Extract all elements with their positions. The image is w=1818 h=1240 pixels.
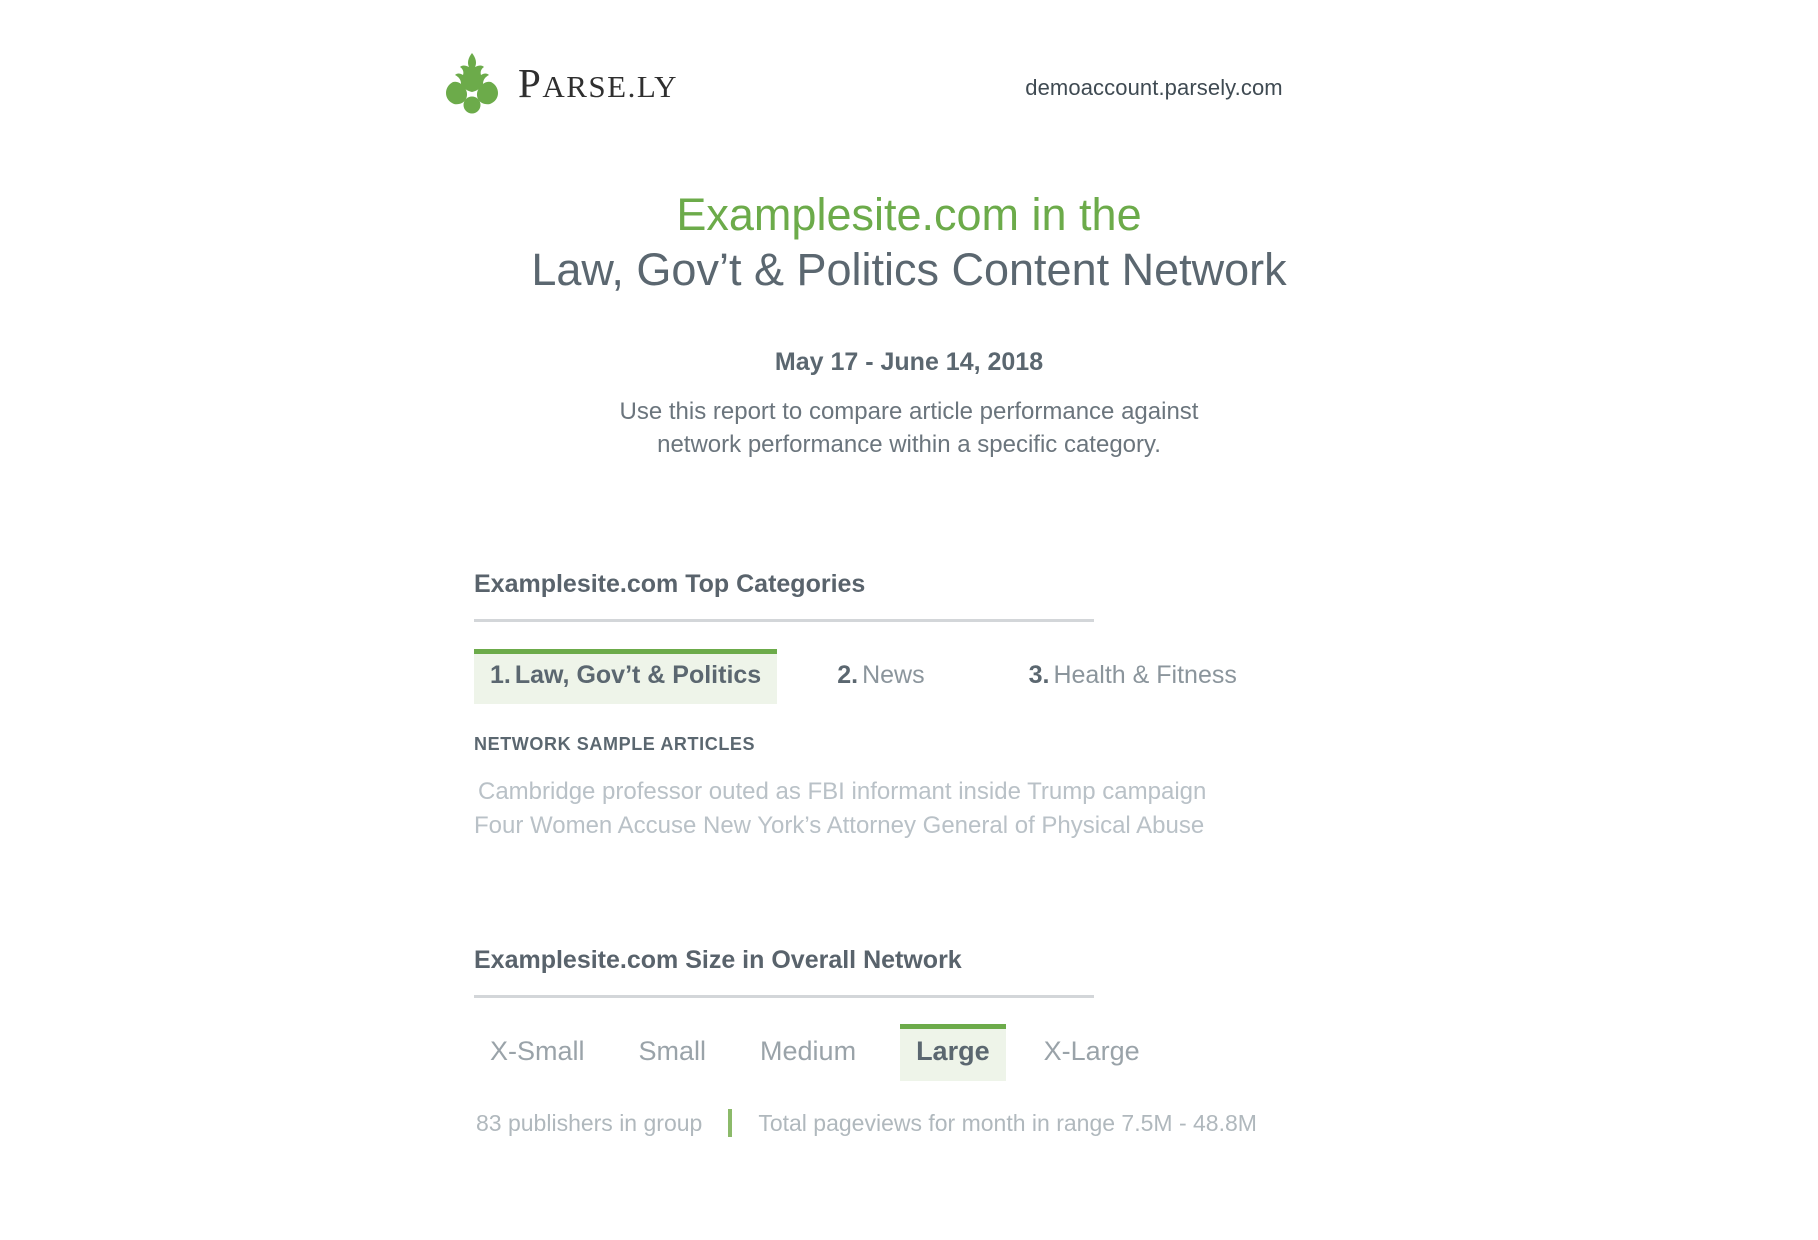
report-description: Use this report to compare article perfo… (0, 395, 1818, 461)
size-tier-small[interactable]: Small (623, 1024, 723, 1081)
size-tier-x-small[interactable]: X-Small (474, 1024, 601, 1081)
report-description-line-1: Use this report to compare article perfo… (619, 398, 1199, 426)
list-item[interactable]: Cambridge professor outed as FBI informa… (474, 775, 1206, 809)
stats-divider (728, 1109, 733, 1137)
size-tier-medium[interactable]: Medium (744, 1024, 872, 1081)
page-header: PARSE.LY demoaccount.parsely.com (0, 52, 1818, 132)
size-tier-label: X-Small (490, 1036, 585, 1066)
size-tier-label: Small (638, 1036, 707, 1066)
report-page: PARSE.LY demoaccount.parsely.com Example… (0, 0, 1818, 1240)
pageviews-range: Total pageviews for month in range 7.5M … (758, 1109, 1257, 1136)
list-item[interactable]: Four Women Accuse New York’s Attorney Ge… (474, 809, 1204, 843)
tab-law-gov-politics[interactable]: 1. Law, Gov’t & Politics (474, 649, 778, 704)
tab-rank: 1. (490, 661, 511, 689)
section-divider (474, 619, 1094, 622)
size-tier-large[interactable]: Large (900, 1024, 1006, 1081)
tab-news[interactable]: 2. News (821, 649, 940, 704)
tab-rank: 2. (837, 661, 859, 689)
tab-label: News (862, 661, 925, 689)
size-tier-label: X-Large (1043, 1036, 1140, 1066)
date-range: May 17 - June 14, 2018 (774, 348, 1044, 377)
network-size-heading: Examplesite.com Size in Overall Network (474, 946, 962, 974)
tab-health-fitness[interactable]: 3. Health & Fitness (1013, 649, 1253, 704)
category-tab-row: 1. Law, Gov’t & Politics 2. News 3. Health … (474, 649, 1237, 704)
section-divider (474, 995, 1094, 998)
page-title-network: Law, Gov’t & Politics Content Network (531, 244, 1287, 296)
report-description-line-2: network performance within a specific ca… (657, 431, 1161, 459)
page-title-site: Examplesite.com in the (676, 189, 1142, 240)
size-tier-label: Large (916, 1036, 990, 1066)
network-sample-articles-list: Cambridge professor outed as FBI informa… (474, 775, 1206, 843)
publishers-count: 83 publishers in group (476, 1109, 703, 1136)
size-tier-row: X-Small Small Medium Large X-Large (474, 1024, 1140, 1081)
account-url: demoaccount.parsely.com (1025, 75, 1283, 100)
size-tier-stats: 83 publishers in group Total pageviews f… (474, 1109, 1257, 1137)
size-tier-label: Medium (760, 1036, 857, 1066)
network-size-section: Examplesite.com Size in Overall Network … (474, 946, 1257, 1137)
top-categories-heading: Examplesite.com Top Categories (474, 570, 866, 598)
tab-label: Health & Fitness (1053, 661, 1237, 689)
top-categories-section: Examplesite.com Top Categories 1. Law, Go… (474, 570, 1237, 843)
tab-rank: 3. (1028, 661, 1050, 689)
size-tier-x-large[interactable]: X-Large (1028, 1024, 1156, 1081)
network-sample-articles-label: NETWORK SAMPLE ARTICLES (474, 734, 756, 754)
report-title-block: Examplesite.com in the Law, Gov’t & Poli… (0, 188, 1818, 461)
tab-label: Law, Gov’t & Politics (514, 661, 762, 689)
